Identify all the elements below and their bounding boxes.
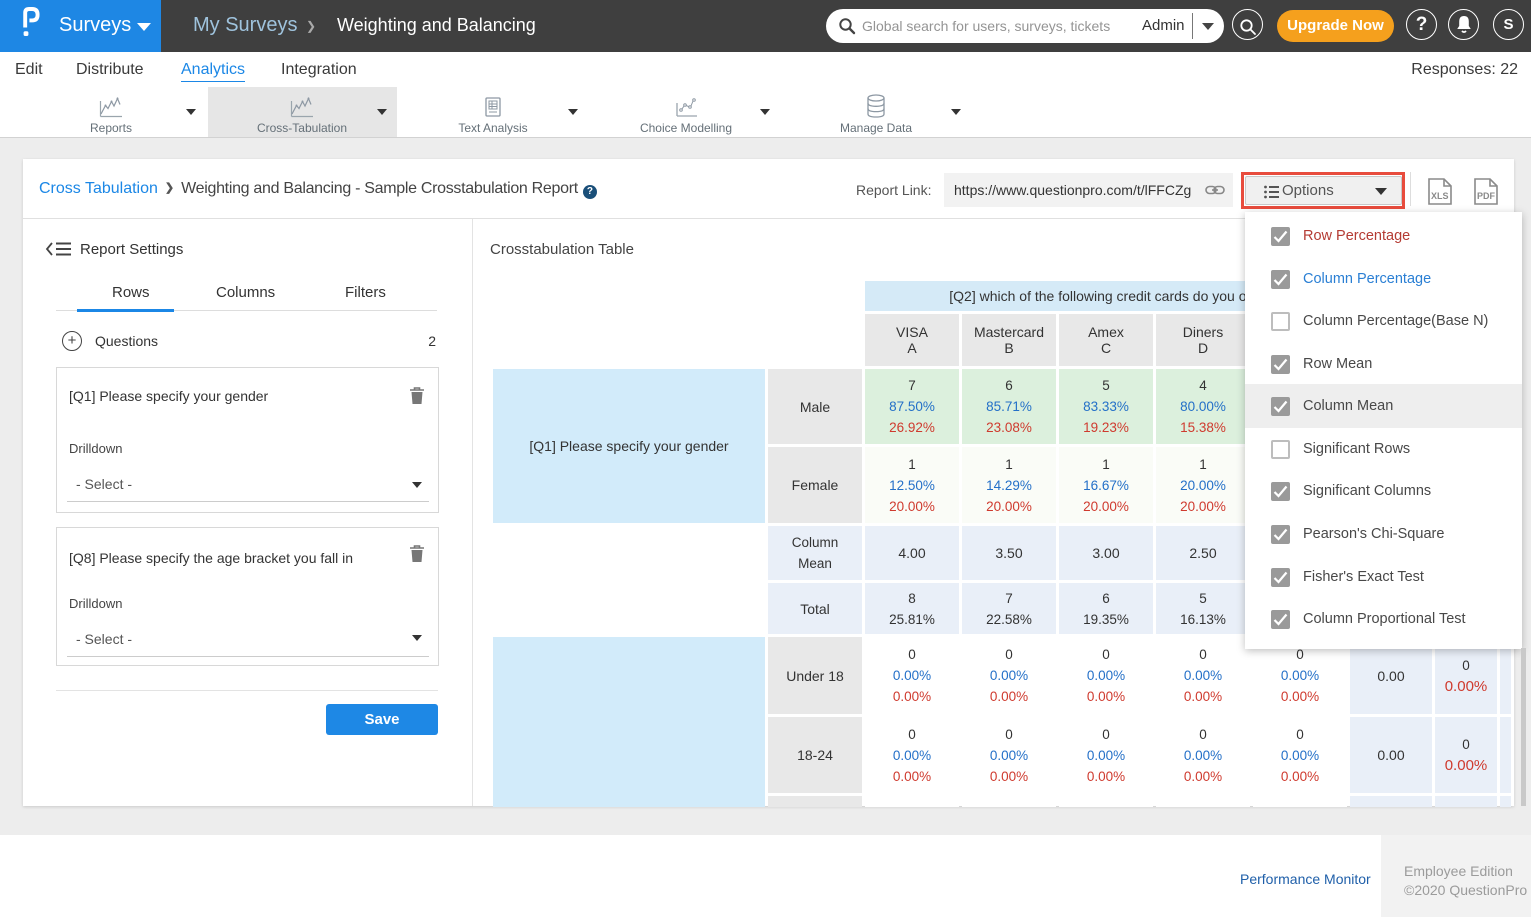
svg-text:XLS: XLS: [1431, 191, 1449, 201]
svg-text:PDF: PDF: [1477, 191, 1496, 201]
